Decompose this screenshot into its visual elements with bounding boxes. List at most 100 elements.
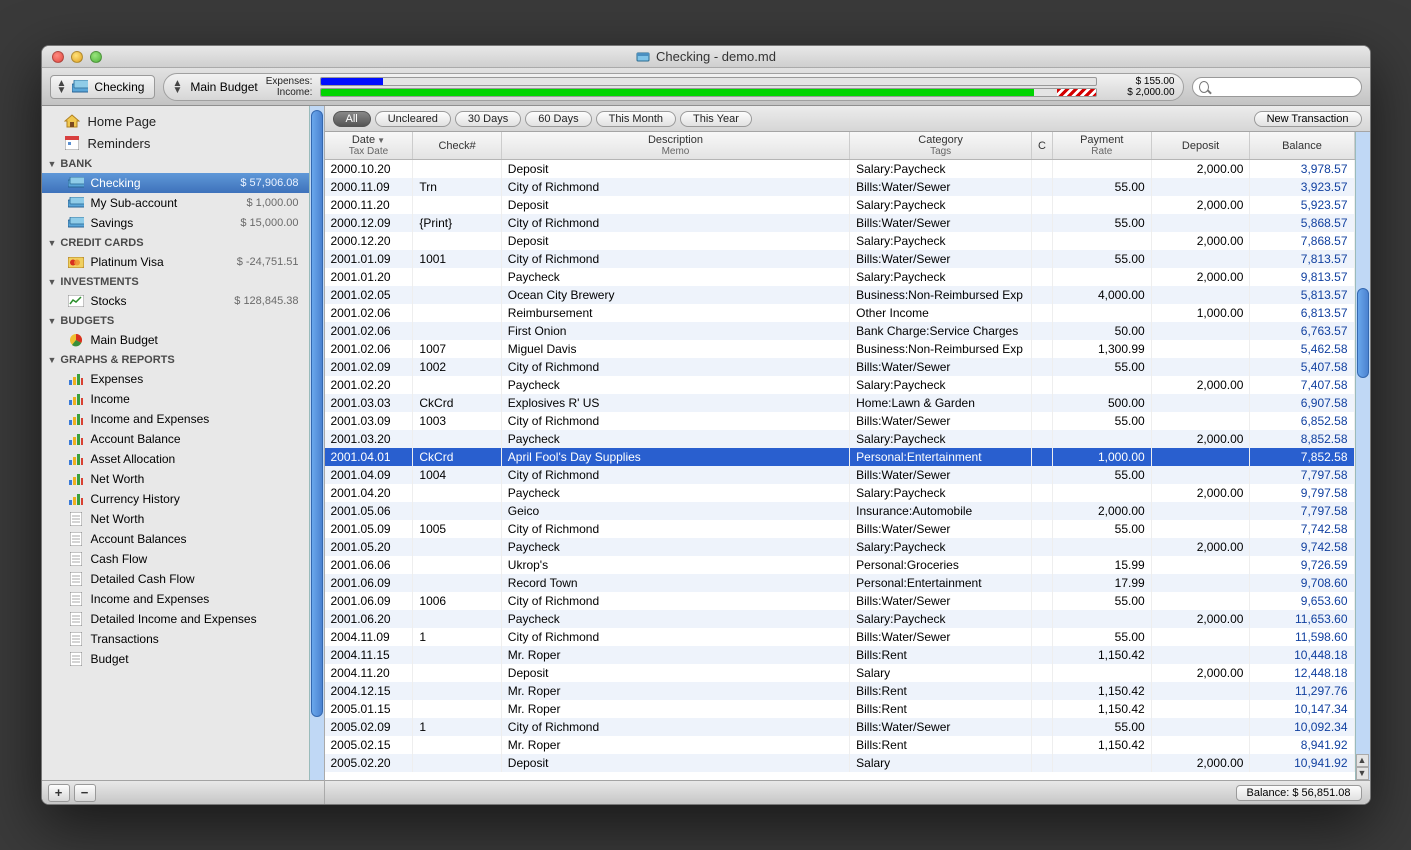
table-row[interactable]: 2001.06.06Ukrop'sPersonal:Groceries15.99… — [325, 556, 1355, 574]
sidebar-section-header[interactable]: ▼INVESTMENTS — [42, 272, 309, 291]
table-row[interactable]: 2001.05.20PaycheckSalary:Paycheck2,000.0… — [325, 538, 1355, 556]
scrollbar-thumb[interactable] — [311, 110, 323, 717]
table-row[interactable]: 2000.10.20DepositSalary:Paycheck2,000.00… — [325, 160, 1355, 178]
table-row[interactable]: 2001.02.061007Miguel DavisBusiness:Non-R… — [325, 340, 1355, 358]
filter-pill[interactable]: All — [333, 111, 371, 127]
search-field[interactable] — [1192, 77, 1362, 97]
sidebar-item[interactable]: Budget — [42, 649, 309, 669]
table-row[interactable]: 2001.01.20PaycheckSalary:Paycheck2,000.0… — [325, 268, 1355, 286]
sidebar-item[interactable]: Asset Allocation — [42, 449, 309, 469]
sidebar-item[interactable]: Expenses — [42, 369, 309, 389]
sidebar-item[interactable]: Savings$ 15,000.00 — [42, 213, 309, 233]
zoom-button[interactable] — [90, 51, 102, 63]
sidebar-item[interactable]: Net Worth — [42, 469, 309, 489]
scroll-down-icon[interactable]: ▼ — [1356, 767, 1369, 780]
sidebar-item[interactable]: My Sub-account$ 1,000.00 — [42, 193, 309, 213]
sidebar-item[interactable]: Detailed Income and Expenses — [42, 609, 309, 629]
col-balance[interactable]: Balance — [1250, 132, 1354, 160]
sidebar-item[interactable]: Net Worth — [42, 509, 309, 529]
search-input[interactable] — [1213, 81, 1355, 93]
filter-pill[interactable]: 30 Days — [455, 111, 521, 127]
account-selector[interactable]: ▲▼ Checking — [50, 75, 156, 99]
filter-pill[interactable]: 60 Days — [525, 111, 591, 127]
table-row[interactable]: 2001.02.05Ocean City BreweryBusiness:Non… — [325, 286, 1355, 304]
sidebar-item[interactable]: Main Budget — [42, 330, 309, 350]
sidebar-scrollbar[interactable] — [309, 106, 324, 780]
table-row[interactable]: 2001.02.06ReimbursementOther Income1,000… — [325, 304, 1355, 322]
table-row[interactable]: 2000.11.09TrnCity of RichmondBills:Water… — [325, 178, 1355, 196]
table-row[interactable]: 2005.02.15Mr. RoperBills:Rent1,150.428,9… — [325, 736, 1355, 754]
filter-pill[interactable]: This Year — [680, 111, 752, 127]
table-row[interactable]: 2001.05.06GeicoInsurance:Automobile2,000… — [325, 502, 1355, 520]
table-row[interactable]: 2001.02.06First OnionBank Charge:Service… — [325, 322, 1355, 340]
table-row[interactable]: 2000.12.09{Print}City of RichmondBills:W… — [325, 214, 1355, 232]
scroll-up-icon[interactable]: ▲ — [1356, 754, 1369, 767]
budget-name: Main Budget — [190, 80, 257, 94]
table-row[interactable]: 2005.02.091City of RichmondBills:Water/S… — [325, 718, 1355, 736]
sidebar-section-header[interactable]: ▼BANK — [42, 154, 309, 173]
col-check[interactable]: Check# — [413, 132, 501, 160]
table-row[interactable]: 2001.06.09Record TownPersonal:Entertainm… — [325, 574, 1355, 592]
sidebar-section-header[interactable]: ▼BUDGETS — [42, 311, 309, 330]
table-row[interactable]: 2001.05.091005City of RichmondBills:Wate… — [325, 520, 1355, 538]
minimize-button[interactable] — [71, 51, 83, 63]
sidebar-section-header[interactable]: ▼GRAPHS & REPORTS — [42, 350, 309, 369]
sidebar-home[interactable]: Home Page — [42, 110, 309, 132]
col-description[interactable]: DescriptionMemo — [501, 132, 849, 160]
col-payment[interactable]: PaymentRate — [1052, 132, 1151, 160]
table-row[interactable]: 2001.01.091001City of RichmondBills:Wate… — [325, 250, 1355, 268]
stocks-icon — [68, 293, 84, 309]
sidebar-item[interactable]: Income — [42, 389, 309, 409]
sidebar-item[interactable]: Stocks$ 128,845.38 — [42, 291, 309, 311]
table-row[interactable]: 2004.11.15Mr. RoperBills:Rent1,150.4210,… — [325, 646, 1355, 664]
filter-pill[interactable]: Uncleared — [375, 111, 451, 127]
updown-icon: ▲▼ — [172, 80, 182, 94]
sidebar-item[interactable]: Checking$ 57,906.08 — [42, 173, 309, 193]
titlebar[interactable]: Checking - demo.md — [42, 46, 1370, 68]
table-row[interactable]: 2001.02.20PaycheckSalary:Paycheck2,000.0… — [325, 376, 1355, 394]
sidebar-item[interactable]: Account Balance — [42, 429, 309, 449]
budget-summary[interactable]: ▲▼ Main Budget Expenses: Income: $ 155.0… — [163, 73, 1183, 101]
table-row[interactable]: 2000.12.20DepositSalary:Paycheck2,000.00… — [325, 232, 1355, 250]
sidebar-item[interactable]: Income and Expenses — [42, 589, 309, 609]
table-row[interactable]: 2001.04.20PaycheckSalary:Paycheck2,000.0… — [325, 484, 1355, 502]
table-row[interactable]: 2004.12.15Mr. RoperBills:Rent1,150.4211,… — [325, 682, 1355, 700]
table-row[interactable]: 2001.02.091002City of RichmondBills:Wate… — [325, 358, 1355, 376]
sidebar-item[interactable]: Detailed Cash Flow — [42, 569, 309, 589]
table-row[interactable]: 2004.11.091City of RichmondBills:Water/S… — [325, 628, 1355, 646]
table-row[interactable]: 2005.01.15Mr. RoperBills:Rent1,150.4210,… — [325, 700, 1355, 718]
col-deposit[interactable]: Deposit — [1151, 132, 1250, 160]
table-row[interactable]: 2005.02.20DepositSalary2,000.0010,941.92 — [325, 754, 1355, 772]
sidebar-item[interactable]: Account Balances — [42, 529, 309, 549]
sidebar-section-header[interactable]: ▼CREDIT CARDS — [42, 233, 309, 252]
new-transaction-button[interactable]: New Transaction — [1254, 111, 1362, 127]
table-row[interactable]: 2001.03.091003City of RichmondBills:Wate… — [325, 412, 1355, 430]
sidebar-item[interactable]: Income and Expenses — [42, 409, 309, 429]
transactions-table[interactable]: Date▼Tax Date Check# DescriptionMemo Cat… — [325, 132, 1355, 780]
sidebar-item-label: Asset Allocation — [91, 452, 176, 466]
table-row[interactable]: 2001.06.20PaycheckSalary:Paycheck2,000.0… — [325, 610, 1355, 628]
sidebar-item[interactable]: Cash Flow — [42, 549, 309, 569]
sidebar-item[interactable]: Currency History — [42, 489, 309, 509]
remove-button[interactable]: − — [74, 784, 96, 802]
table-row[interactable]: 2001.04.01CkCrdApril Fool's Day Supplies… — [325, 448, 1355, 466]
table-header-row[interactable]: Date▼Tax Date Check# DescriptionMemo Cat… — [325, 132, 1355, 160]
filter-pill[interactable]: This Month — [596, 111, 676, 127]
col-cleared[interactable]: C — [1032, 132, 1053, 160]
table-row[interactable]: 2001.04.091004City of RichmondBills:Wate… — [325, 466, 1355, 484]
table-scrollbar[interactable]: ▲ ▼ — [1355, 132, 1370, 780]
scrollbar-thumb[interactable] — [1357, 288, 1369, 379]
col-date[interactable]: Date▼Tax Date — [325, 132, 413, 160]
sidebar-item[interactable]: Transactions — [42, 629, 309, 649]
sidebar-reminders[interactable]: Reminders — [42, 132, 309, 154]
table-row[interactable]: 2001.03.20PaycheckSalary:Paycheck2,000.0… — [325, 430, 1355, 448]
table-row[interactable]: 2004.11.20DepositSalary2,000.0012,448.18 — [325, 664, 1355, 682]
expenses-bar — [320, 77, 1096, 86]
close-button[interactable] — [52, 51, 64, 63]
table-row[interactable]: 2001.03.03CkCrdExplosives R' USHome:Lawn… — [325, 394, 1355, 412]
add-button[interactable]: + — [48, 784, 70, 802]
table-row[interactable]: 2001.06.091006City of RichmondBills:Wate… — [325, 592, 1355, 610]
table-row[interactable]: 2000.11.20DepositSalary:Paycheck2,000.00… — [325, 196, 1355, 214]
sidebar-item[interactable]: Platinum Visa$ -24,751.51 — [42, 252, 309, 272]
col-category[interactable]: CategoryTags — [850, 132, 1032, 160]
